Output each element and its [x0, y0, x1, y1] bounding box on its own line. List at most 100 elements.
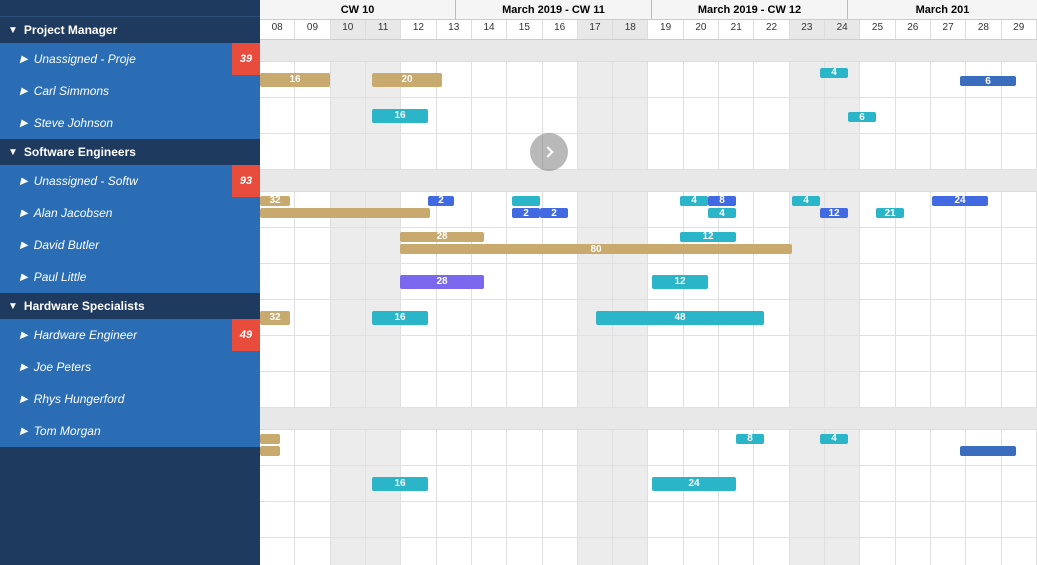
cal-row-unassigned-softw-2: 28 80 12	[260, 228, 1037, 264]
expand-icon: ▶	[20, 86, 28, 97]
bar-us-1h[interactable]: 8	[708, 196, 736, 206]
bar-us-1e[interactable]: 2	[512, 208, 540, 218]
bar-joe-2[interactable]: 24	[652, 477, 736, 491]
bar-unassigned-proje-2[interactable]: 20	[372, 73, 442, 87]
bar-unassigned-proje-1[interactable]: 16	[260, 73, 330, 87]
cal-row-alan: 32 16 48	[260, 300, 1037, 336]
day-18: 18	[613, 20, 648, 39]
bar-joe-1[interactable]: 16	[372, 477, 428, 491]
unassigned-badge: 39	[232, 43, 260, 75]
bar-us-1l[interactable]: 24	[932, 196, 988, 206]
cal-row-hw-eng-1: 8 4	[260, 430, 1037, 466]
bar-us3-2[interactable]: 12	[652, 275, 708, 289]
day-17: 17	[578, 20, 613, 39]
cal-row-group-pm	[260, 40, 1037, 62]
expand-icon: ▶	[20, 426, 28, 437]
week-cw13: March 201	[848, 0, 1037, 19]
bar-unassigned-proje-4[interactable]: 6	[960, 76, 1016, 86]
bar-us-1k[interactable]: 12	[820, 208, 848, 218]
bar-hw-1d[interactable]: 4	[820, 434, 848, 444]
resource-unassigned-proje[interactable]: ▶ Unassigned - Proje 39	[0, 43, 260, 75]
cal-row-steve-johnson	[260, 134, 1037, 170]
resource-name: Paul Little	[34, 270, 252, 284]
sidebar-header	[0, 0, 260, 17]
bar-us3-1[interactable]: 28	[400, 275, 484, 289]
group-software-engineers[interactable]: ▼ Software Engineers	[0, 139, 260, 165]
collapse-icon: ▼	[8, 147, 18, 158]
resource-carl-simmons[interactable]: ▶ Carl Simmons	[0, 75, 260, 107]
bar-us-1i[interactable]: 4	[708, 208, 736, 218]
resource-name: Joe Peters	[34, 360, 252, 374]
resource-joe-peters[interactable]: ▶ Joe Peters	[0, 351, 260, 383]
cal-row-group-hw	[260, 408, 1037, 430]
expand-icon: ▶	[20, 208, 28, 219]
day-08: 08	[260, 20, 295, 39]
bar-hw-1e[interactable]	[960, 446, 1016, 456]
bar-us-1c[interactable]: 2	[428, 196, 454, 206]
group-hardware-specialists[interactable]: ▼ Hardware Specialists	[0, 293, 260, 319]
bar-us-1a[interactable]: 32	[260, 196, 290, 206]
bar-hw-1b[interactable]	[260, 446, 280, 456]
expand-icon: ▶	[20, 330, 28, 341]
bar-hw-1a[interactable]	[260, 434, 280, 444]
day-24: 24	[825, 20, 860, 39]
bar-us2-2[interactable]: 80	[400, 244, 792, 254]
cal-row-paul	[260, 372, 1037, 408]
resource-name: Unassigned - Proje	[34, 52, 252, 66]
day-header-row: 08 09 10 11 12 13 14 15 16 17 18 19 20 2…	[260, 20, 1037, 40]
cal-row-tom	[260, 538, 1037, 565]
day-26: 26	[896, 20, 931, 39]
bar-alan-2[interactable]: 16	[372, 311, 428, 325]
day-12: 12	[401, 20, 436, 39]
bar-us-1d[interactable]	[512, 196, 540, 206]
expand-icon: ▶	[20, 272, 28, 283]
bar-us2-3[interactable]: 12	[680, 232, 736, 242]
resource-rhys-hungerford[interactable]: ▶ Rhys Hungerford	[0, 383, 260, 415]
cal-row-rhys	[260, 502, 1037, 538]
cal-row-group-se	[260, 170, 1037, 192]
day-19: 19	[648, 20, 683, 39]
group-label: Software Engineers	[24, 145, 136, 159]
resource-unassigned-softw[interactable]: ▶ Unassigned - Softw 93	[0, 165, 260, 197]
day-21: 21	[719, 20, 754, 39]
day-23: 23	[790, 20, 825, 39]
bar-us-1j[interactable]: 4	[792, 196, 820, 206]
bar-unassigned-proje-3[interactable]: 4	[820, 68, 848, 78]
bar-alan-1[interactable]: 32	[260, 311, 290, 325]
day-13: 13	[437, 20, 472, 39]
resource-hardware-engineer[interactable]: ▶ Hardware Engineer 49	[0, 319, 260, 351]
resource-steve-johnson[interactable]: ▶ Steve Johnson	[0, 107, 260, 139]
week-cw11: March 2019 - CW 11	[456, 0, 652, 19]
expand-icon: ▶	[20, 118, 28, 129]
bar-us2-1[interactable]: 28	[400, 232, 484, 242]
bar-carl-2[interactable]: 6	[848, 112, 876, 122]
resource-name: Hardware Engineer	[34, 328, 252, 342]
bar-us-1b[interactable]	[260, 208, 430, 218]
bar-us-1g[interactable]: 4	[680, 196, 708, 206]
cal-row-david	[260, 336, 1037, 372]
group-project-manager[interactable]: ▼ Project Manager	[0, 17, 260, 43]
resource-tom-morgan[interactable]: ▶ Tom Morgan	[0, 415, 260, 447]
resource-name: Rhys Hungerford	[34, 392, 252, 406]
resource-name: David Butler	[34, 238, 252, 252]
bar-alan-3[interactable]: 48	[596, 311, 764, 325]
bar-us-1f[interactable]: 2	[540, 208, 568, 218]
resource-david-butler[interactable]: ▶ David Butler	[0, 229, 260, 261]
cal-row-joe: 16 24	[260, 466, 1037, 502]
cal-row-unassigned-softw-3: 28 12	[260, 264, 1037, 300]
day-15: 15	[507, 20, 542, 39]
bar-carl-1[interactable]: 16	[372, 109, 428, 123]
expand-icon: ▶	[20, 54, 28, 65]
bar-hw-1c[interactable]: 8	[736, 434, 764, 444]
resource-paul-little[interactable]: ▶ Paul Little	[0, 261, 260, 293]
resource-alan-jacobsen[interactable]: ▶ Alan Jacobsen	[0, 197, 260, 229]
collapse-icon: ▼	[8, 301, 18, 312]
day-16: 16	[543, 20, 578, 39]
expand-icon: ▶	[20, 394, 28, 405]
week-cw10: CW 10	[260, 0, 456, 19]
day-28: 28	[966, 20, 1001, 39]
bar-us-1m[interactable]: 21	[876, 208, 904, 218]
day-27: 27	[931, 20, 966, 39]
day-20: 20	[684, 20, 719, 39]
expand-icon: ▶	[20, 176, 28, 187]
